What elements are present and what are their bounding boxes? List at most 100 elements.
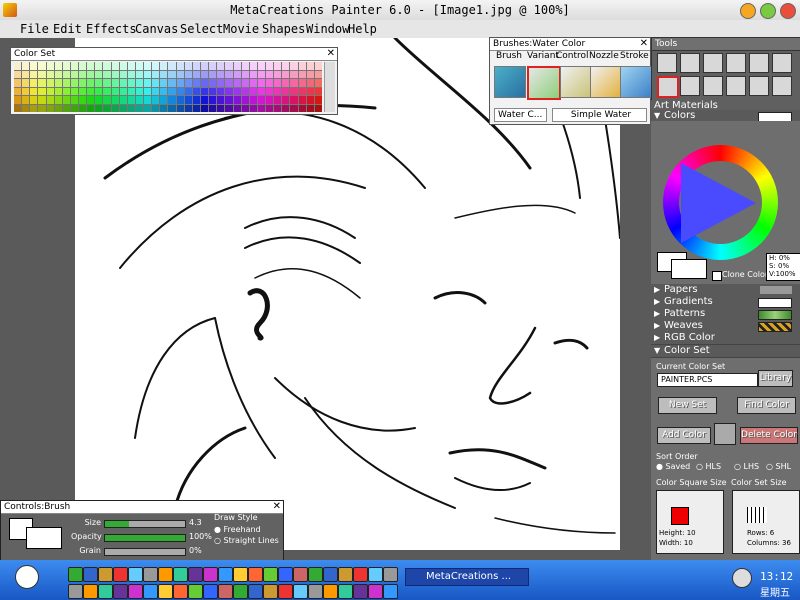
color-swatch[interactable]	[233, 79, 241, 87]
quick-launch-icon[interactable]	[98, 584, 113, 599]
color-swatch[interactable]	[266, 87, 274, 95]
color-swatch[interactable]	[127, 104, 135, 112]
color-swatch[interactable]	[62, 104, 70, 112]
color-swatch[interactable]	[274, 62, 282, 70]
tab-nozzle[interactable]: Nozzle	[589, 51, 619, 61]
color-set-scrollbar[interactable]	[324, 62, 335, 112]
color-swatch[interactable]	[257, 70, 266, 78]
color-swatch[interactable]	[225, 62, 233, 70]
pen-tool-icon[interactable]	[772, 53, 792, 73]
maximize-icon[interactable]	[760, 3, 776, 19]
color-swatch[interactable]	[30, 87, 38, 95]
quick-launch-icon[interactable]	[293, 584, 308, 599]
color-swatch[interactable]	[135, 79, 144, 87]
color-swatch[interactable]	[201, 96, 209, 104]
color-swatch[interactable]	[152, 70, 160, 78]
quick-launch-icon[interactable]	[308, 567, 323, 582]
color-swatch[interactable]	[192, 87, 201, 95]
tab-variant[interactable]: Variant	[527, 51, 559, 61]
menu-file[interactable]: File	[20, 22, 49, 36]
current-color-set-field[interactable]: PAINTER.PCS	[657, 373, 758, 387]
brush-tool-icon[interactable]	[657, 76, 679, 98]
color-swatch[interactable]	[306, 96, 314, 104]
color-swatch[interactable]	[152, 79, 160, 87]
quick-launch-icon[interactable]	[293, 567, 308, 582]
color-swatch[interactable]	[127, 70, 135, 78]
color-swatch[interactable]	[282, 104, 290, 112]
color-swatch[interactable]	[184, 62, 192, 70]
color-swatch[interactable]	[217, 96, 225, 104]
color-swatch[interactable]	[290, 70, 298, 78]
color-swatch[interactable]	[306, 87, 314, 95]
color-swatch[interactable]	[241, 87, 249, 95]
quick-launch-icon[interactable]	[383, 567, 398, 582]
sort-option-saved[interactable]: ● Saved	[656, 462, 690, 471]
dropper-icon[interactable]	[703, 76, 723, 96]
color-swatch[interactable]	[160, 79, 168, 87]
lock-icon[interactable]	[714, 423, 736, 445]
color-swatch[interactable]	[233, 62, 241, 70]
color-swatch[interactable]	[168, 87, 176, 95]
color-swatch[interactable]	[127, 79, 135, 87]
quick-launch-icon[interactable]	[83, 584, 98, 599]
color-swatch[interactable]	[144, 62, 152, 70]
color-swatch[interactable]	[184, 104, 192, 112]
color-swatch[interactable]	[201, 79, 209, 87]
color-swatch[interactable]	[290, 104, 298, 112]
color-swatch[interactable]	[298, 87, 306, 95]
color-swatch[interactable]	[30, 96, 38, 104]
color-swatch[interactable]	[87, 104, 95, 112]
color-swatch[interactable]	[38, 87, 46, 95]
color-swatch[interactable]	[249, 70, 257, 78]
color-swatch[interactable]	[119, 96, 127, 104]
color-swatch[interactable]	[38, 70, 46, 78]
color-swatch[interactable]	[314, 87, 322, 95]
color-swatch[interactable]	[103, 62, 111, 70]
pen-brush-icon[interactable]	[590, 66, 622, 98]
quick-launch-icon[interactable]	[203, 584, 218, 599]
quick-launch-icon[interactable]	[278, 584, 293, 599]
quick-launch-icon[interactable]	[158, 584, 173, 599]
color-swatch[interactable]	[30, 70, 38, 78]
paint-bucket-icon[interactable]	[680, 76, 700, 96]
color-swatch[interactable]	[95, 79, 103, 87]
color-swatch[interactable]	[241, 70, 249, 78]
color-swatch[interactable]	[160, 87, 168, 95]
color-swatch[interactable]	[119, 70, 127, 78]
color-swatch[interactable]	[274, 79, 282, 87]
color-swatch-grid[interactable]	[14, 62, 322, 112]
color-swatch[interactable]	[233, 70, 241, 78]
color-swatch[interactable]	[184, 70, 192, 78]
primary-color-box[interactable]	[671, 259, 707, 279]
close-icon[interactable]: ✕	[327, 48, 335, 60]
color-swatch[interactable]	[282, 70, 290, 78]
color-swatch[interactable]	[14, 79, 22, 87]
color-swatch[interactable]	[225, 79, 233, 87]
color-swatch[interactable]	[111, 87, 119, 95]
magic-wand-icon[interactable]	[749, 53, 769, 73]
color-swatch[interactable]	[87, 62, 95, 70]
find-color-button[interactable]: Find Color	[737, 397, 796, 414]
color-swatch[interactable]	[176, 79, 184, 87]
grain-slider[interactable]	[104, 548, 186, 556]
blender-brush-icon[interactable]	[620, 66, 652, 98]
color-swatch[interactable]	[103, 70, 111, 78]
color-swatch[interactable]	[306, 62, 314, 70]
color-swatch[interactable]	[209, 96, 217, 104]
color-swatch[interactable]	[14, 104, 22, 112]
color-swatch[interactable]	[14, 96, 22, 104]
quick-launch-icon[interactable]	[158, 567, 173, 582]
color-swatch[interactable]	[54, 96, 62, 104]
quick-launch-icon[interactable]	[83, 567, 98, 582]
color-swatch[interactable]	[168, 104, 176, 112]
brush-category-icon[interactable]	[494, 66, 526, 98]
color-swatch[interactable]	[95, 62, 103, 70]
color-swatch[interactable]	[152, 62, 160, 70]
color-swatch[interactable]	[184, 96, 192, 104]
color-swatch[interactable]	[54, 79, 62, 87]
menu-canvas[interactable]: Canvas	[135, 22, 178, 36]
color-swatch[interactable]	[201, 62, 209, 70]
color-swatch[interactable]	[38, 104, 46, 112]
color-swatch[interactable]	[176, 87, 184, 95]
color-swatch[interactable]	[257, 87, 266, 95]
